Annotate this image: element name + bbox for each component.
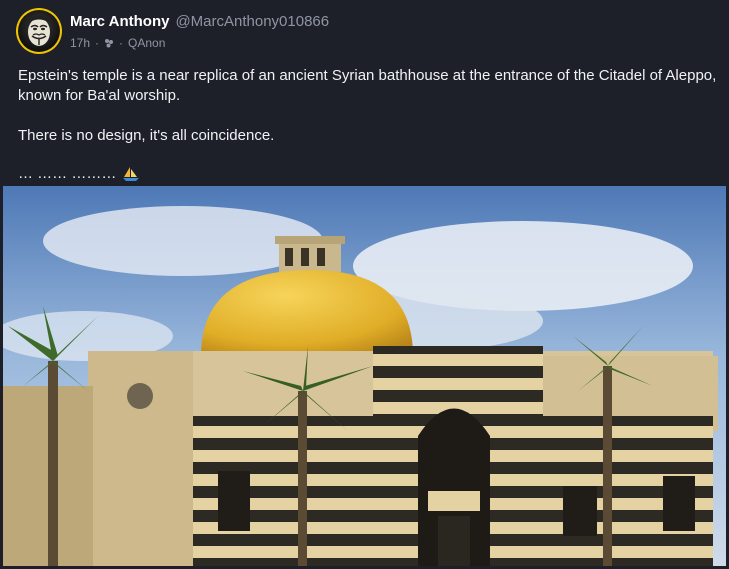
community-icon bbox=[105, 39, 114, 48]
bathhouse-photo bbox=[3, 186, 726, 566]
meta-separator: · bbox=[95, 36, 100, 50]
meta-separator: · bbox=[119, 36, 124, 50]
post-paragraph-1: Epstein's temple is a near replica of an… bbox=[18, 67, 717, 104]
post-meta: 17h · · QAnon bbox=[70, 36, 165, 50]
author-line: Marc Anthony @MarcAnthony010866 bbox=[70, 13, 329, 30]
sailboat-icon bbox=[123, 167, 140, 181]
guy-fawkes-mask-icon bbox=[18, 10, 60, 52]
post-paragraph-3: … …… ……… bbox=[18, 164, 718, 184]
user-handle[interactable]: @MarcAnthony010866 bbox=[175, 13, 329, 30]
community-link[interactable]: QAnon bbox=[128, 36, 165, 50]
avatar[interactable] bbox=[16, 8, 62, 54]
post-paragraph-2: There is no design, it's all coincidence… bbox=[18, 127, 275, 144]
ellipsis-text: … …… ……… bbox=[18, 165, 117, 182]
post-image[interactable] bbox=[3, 186, 726, 566]
timestamp[interactable]: 17h bbox=[70, 36, 90, 50]
post-text: Epstein's temple is a near replica of an… bbox=[18, 66, 718, 184]
post-card: Marc Anthony @MarcAnthony010866 17h · · Q… bbox=[0, 0, 729, 569]
display-name[interactable]: Marc Anthony bbox=[70, 13, 169, 30]
